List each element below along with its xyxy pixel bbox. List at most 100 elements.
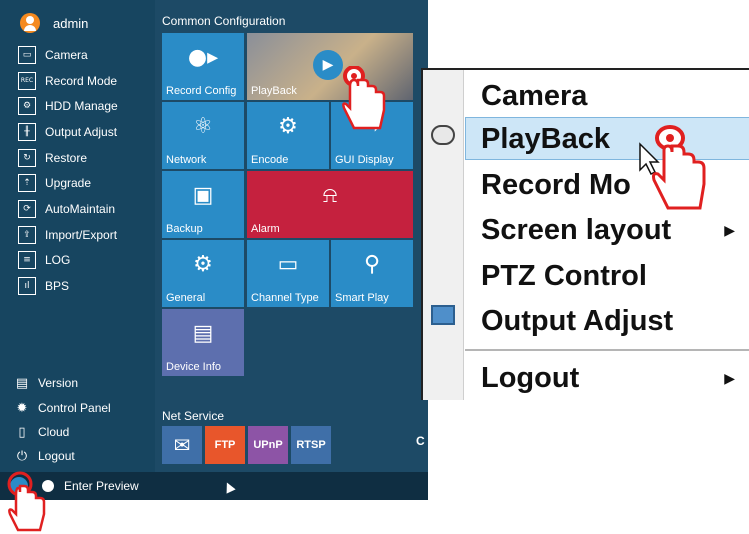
playback-menu-icon: [431, 125, 455, 145]
cloud-icon: ▯: [18, 424, 26, 440]
sidebar-item-label: Camera: [45, 48, 88, 62]
tile-label: PlayBack: [251, 85, 297, 97]
sidebar-item-import-export[interactable]: ⇪ Import/Export: [18, 224, 117, 246]
tile-playback[interactable]: ▶ PlayBack: [247, 33, 413, 100]
sidebar-item-camera[interactable]: ▭ Camera: [18, 44, 88, 66]
sliders-icon: ╫: [18, 123, 36, 141]
tile-label: Alarm: [251, 223, 280, 235]
floppy-icon: ▣: [192, 183, 214, 208]
user-name: admin: [53, 15, 89, 31]
tile-alarm[interactable]: ⍾ Alarm: [247, 171, 413, 238]
restore-icon: ↻: [18, 149, 36, 167]
enter-preview-label[interactable]: Enter Preview: [64, 479, 139, 493]
sidebar-item-label: Import/Export: [45, 228, 118, 242]
sidebar-item-label: Cloud: [38, 425, 70, 439]
sidebar-item-record-mode[interactable]: REC Record Mode: [18, 70, 117, 92]
channel-type-icon: ▭: [277, 252, 299, 277]
log-icon: ≡: [18, 251, 36, 269]
avatar-icon: [20, 13, 40, 33]
gear-icon: ✹: [16, 400, 28, 416]
sidebar-item-label: Upgrade: [45, 176, 92, 190]
menu-item-screen-layout[interactable]: Screen layout: [481, 214, 671, 247]
tile-general[interactable]: ⚙ General: [162, 240, 244, 307]
taskbar: Enter Preview: [0, 472, 428, 500]
sidebar-item-label: BPS: [45, 279, 70, 293]
hand-pointer-icon: [342, 66, 386, 130]
sidebar-item-hdd-manage[interactable]: ⚙ HDD Manage: [18, 95, 118, 117]
menu-separator: [465, 349, 749, 351]
ftp-icon[interactable]: FTP: [205, 426, 245, 464]
mail-icon[interactable]: ✉: [162, 426, 202, 464]
refresh-icon[interactable]: C: [416, 434, 425, 448]
tile-device-info[interactable]: ▤ Device Info: [162, 309, 244, 376]
tile-label: General: [166, 292, 206, 304]
tile-label: Device Info: [166, 361, 222, 373]
tile-backup[interactable]: ▣ Backup: [162, 171, 244, 238]
hdd-icon: ⚙: [18, 97, 36, 115]
sidebar-item-label: LOG: [45, 253, 71, 267]
search-icon: ⚲: [363, 252, 381, 277]
output-adjust-menu-icon: [431, 305, 455, 325]
menu-item-camera[interactable]: Camera: [481, 80, 587, 113]
encode-icon: ⚙: [278, 114, 298, 139]
menu-item-playback[interactable]: PlayBack: [481, 123, 610, 156]
bps-icon: ıl: [18, 277, 36, 295]
context-menu: Camera PlayBack Record Mo Screen layout …: [421, 68, 749, 400]
sidebar-item-control-panel[interactable]: ✹ Control Panel: [14, 398, 111, 418]
sidebar: admin ▭ Camera REC Record Mode ⚙ HDD Man…: [0, 0, 155, 472]
sidebar-item-cloud[interactable]: ▯ Cloud: [14, 422, 69, 442]
camera-icon: ▭: [18, 46, 36, 64]
upnp-icon[interactable]: UPnP: [248, 426, 288, 464]
device-info-icon: ▤: [192, 321, 214, 346]
sidebar-item-label: Logout: [38, 449, 75, 463]
menu-item-output-adjust[interactable]: Output Adjust: [481, 305, 673, 338]
menu-item-logout[interactable]: Logout: [481, 362, 579, 395]
tile-record-config[interactable]: ●▸ Record Config: [162, 33, 244, 100]
sidebar-item-label: Record Mode: [45, 74, 118, 88]
sidebar-item-upgrade[interactable]: ⇡ Upgrade: [18, 172, 91, 194]
sidebar-item-label: Output Adjust: [45, 125, 118, 139]
network-icon: ⚛: [193, 114, 213, 139]
tile-channel-type[interactable]: ▭ Channel Type: [247, 240, 329, 307]
tile-smart-play[interactable]: ⚲ Smart Play: [331, 240, 413, 307]
sidebar-item-bps[interactable]: ıl BPS: [18, 275, 69, 297]
sidebar-item-automaintain[interactable]: ⟳ AutoMaintain: [18, 198, 115, 220]
import-export-icon: ⇪: [18, 226, 36, 244]
sidebar-item-label: Version: [38, 376, 79, 390]
common-configuration-title: Common Configuration: [162, 14, 286, 28]
tile-label: Encode: [251, 154, 289, 166]
general-icon: ⚙: [193, 252, 213, 277]
tile-label: Network: [166, 154, 207, 166]
sidebar-item-version[interactable]: ▤ Version: [14, 373, 78, 393]
play-icon: ▶: [313, 50, 343, 80]
sidebar-item-label: Control Panel: [38, 401, 111, 415]
alarm-icon: ⍾: [322, 183, 338, 208]
menu-item-ptz-control[interactable]: PTZ Control: [481, 260, 647, 293]
tile-label: Record Config: [166, 85, 237, 97]
sidebar-item-log[interactable]: ≡ LOG: [18, 249, 70, 271]
tile-encode[interactable]: ⚙ Encode: [247, 102, 329, 169]
tile-label: GUI Display: [335, 154, 394, 166]
submenu-arrow-icon: ▶: [724, 222, 735, 238]
rec-icon: REC: [18, 72, 36, 90]
submenu-arrow-icon: ▶: [724, 370, 735, 386]
hand-pointer-icon: [7, 471, 46, 532]
upgrade-icon: ⇡: [18, 174, 36, 192]
menu-item-record-mode[interactable]: Record Mo: [481, 169, 631, 202]
sidebar-item-label: Restore: [45, 151, 88, 165]
tile-label: Channel Type: [251, 292, 319, 304]
sidebar-item-output-adjust[interactable]: ╫ Output Adjust: [18, 121, 117, 143]
rtsp-icon[interactable]: RTSP: [291, 426, 331, 464]
user-row[interactable]: admin: [20, 12, 88, 34]
automaintain-icon: ⟳: [18, 200, 36, 218]
tile-label: Backup: [166, 223, 203, 235]
mouse-cursor-icon: [222, 480, 236, 494]
tile-label: Smart Play: [335, 292, 389, 304]
sidebar-item-label: AutoMaintain: [45, 202, 116, 216]
context-menu-icon-strip: [423, 70, 464, 400]
net-service-title: Net Service: [162, 409, 225, 423]
version-icon: ▤: [15, 375, 29, 391]
tile-network[interactable]: ⚛ Network: [162, 102, 244, 169]
sidebar-item-restore[interactable]: ↻ Restore: [18, 147, 87, 169]
sidebar-item-label: HDD Manage: [45, 99, 118, 113]
